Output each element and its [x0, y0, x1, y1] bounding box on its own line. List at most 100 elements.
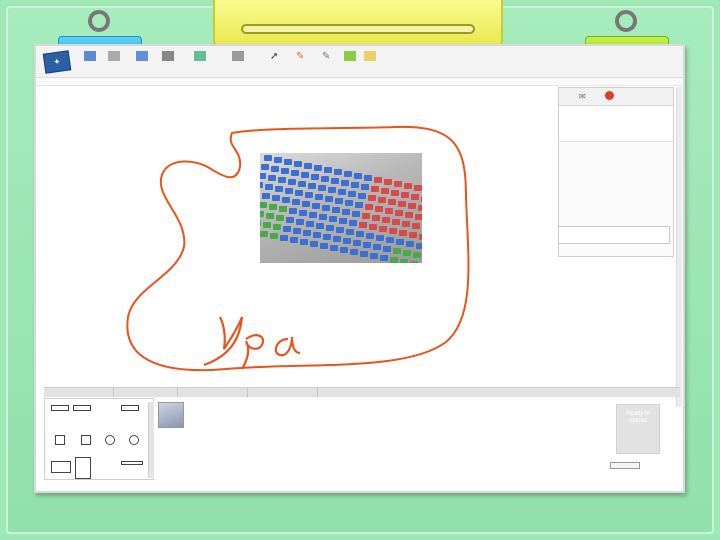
- chat-panel-header: ✉: [559, 88, 673, 106]
- keyboard-key: [404, 183, 412, 189]
- keyboard-key: [264, 155, 272, 161]
- keyboard-key: [330, 245, 338, 251]
- keyboard-key: [260, 220, 261, 226]
- keyboard-key: [369, 224, 377, 230]
- keyboard-key: [320, 243, 328, 249]
- tab[interactable]: [248, 388, 318, 397]
- keyboard-key: [281, 168, 289, 174]
- shape-item[interactable]: [81, 435, 91, 445]
- keyboard-key: [399, 230, 407, 236]
- keyboard-key: [286, 217, 294, 223]
- keyboard-key: [374, 177, 382, 183]
- toolbar-tool[interactable]: [364, 51, 376, 63]
- keyboard-key: [346, 229, 354, 235]
- shape-item[interactable]: [73, 405, 91, 411]
- upload-button[interactable]: [610, 462, 640, 469]
- select-arrow-icon[interactable]: ➚: [270, 51, 282, 63]
- keyboard-key: [419, 234, 422, 240]
- toolbar-tool[interactable]: [232, 51, 244, 63]
- keyboard-key: [352, 211, 360, 217]
- keyboard-key: [384, 179, 392, 185]
- tab[interactable]: [44, 388, 114, 397]
- shapes-scrollbar[interactable]: [148, 402, 154, 478]
- keyboard-key: [331, 178, 339, 184]
- keyboard-key: [328, 187, 336, 193]
- keyboard-key: [344, 171, 352, 177]
- whiteboard-canvas[interactable]: [36, 87, 556, 387]
- keyboard-key: [270, 233, 278, 239]
- clip-ring-icon: [615, 10, 637, 32]
- keyboard-key: [379, 226, 387, 232]
- keyboard-key: [368, 195, 376, 201]
- keyboard-key: [319, 214, 327, 220]
- keyboard-key: [333, 236, 341, 242]
- keyboard-key: [339, 218, 347, 224]
- keyboard-key: [385, 208, 393, 214]
- keyboard-key: [360, 251, 368, 257]
- keyboard-key: [334, 169, 342, 175]
- keyboard-key: [354, 173, 362, 179]
- keyboard-key: [390, 257, 398, 263]
- keyboard-key: [314, 165, 322, 171]
- keyboard-key: [318, 185, 326, 191]
- keyboard-key: [268, 175, 276, 181]
- keyboard-key: [280, 235, 288, 241]
- keyboard-key: [329, 216, 337, 222]
- keyboard-key: [300, 239, 308, 245]
- keyboard-key: [288, 179, 296, 185]
- keyboard-key: [316, 223, 324, 229]
- keyboard-key: [415, 214, 422, 220]
- keyboard-key: [393, 248, 401, 254]
- shape-item[interactable]: [55, 435, 65, 445]
- chat-messages: [559, 144, 673, 212]
- tab[interactable]: [178, 388, 248, 397]
- toolbar-tool[interactable]: [84, 51, 96, 63]
- toolbar-tool[interactable]: ✎: [322, 51, 334, 63]
- shape-item[interactable]: [121, 405, 139, 411]
- shape-item[interactable]: [105, 435, 115, 445]
- keyboard-key: [309, 212, 317, 218]
- image-thumbnail[interactable]: [158, 402, 184, 428]
- mail-icon[interactable]: ✉: [579, 92, 586, 101]
- toolbar-tool[interactable]: [344, 51, 356, 63]
- toolbar-tool[interactable]: [194, 51, 206, 63]
- chat-input[interactable]: [558, 226, 670, 244]
- keyboard-key: [261, 164, 269, 170]
- keyboard-key: [276, 215, 284, 221]
- keyboard-key: [378, 197, 386, 203]
- vertical-scrollbar[interactable]: [676, 87, 682, 407]
- keyboard-key: [269, 204, 277, 210]
- keyboard-key: [361, 184, 369, 190]
- ink-letter-a: [274, 336, 301, 357]
- keyboard-photo[interactable]: [260, 153, 422, 263]
- shape-item[interactable]: [129, 435, 139, 445]
- keyboard-key: [340, 247, 348, 253]
- keyboard-key: [275, 186, 283, 192]
- keyboard-key: [380, 255, 388, 261]
- tab[interactable]: [114, 388, 178, 397]
- pencil-icon[interactable]: ✎: [296, 51, 308, 63]
- stop-icon[interactable]: [605, 91, 614, 100]
- keyboard-key: [263, 222, 271, 228]
- keyboard-key: [313, 232, 321, 238]
- keyboard-key: [389, 228, 397, 234]
- shape-item[interactable]: [51, 461, 71, 473]
- clip-ring-icon: [88, 10, 110, 32]
- toolbar-tool[interactable]: [108, 51, 120, 63]
- shape-item[interactable]: [51, 405, 69, 411]
- keyboard-key: [383, 246, 391, 252]
- keyboard-key: [355, 202, 363, 208]
- keyboard-key: [411, 194, 419, 200]
- shape-item[interactable]: [75, 457, 91, 479]
- keyboard-key: [421, 196, 422, 202]
- shape-item[interactable]: [121, 461, 143, 465]
- keyboard-key: [293, 228, 301, 234]
- keyboard-key: [326, 225, 334, 231]
- keyboard-key: [274, 157, 282, 163]
- keyboard-key: [405, 212, 413, 218]
- keyboard-key: [266, 213, 274, 219]
- keyboard-key: [388, 199, 396, 205]
- toolbar-tool[interactable]: [136, 51, 148, 63]
- keyboard-key: [260, 231, 268, 237]
- toolbar-tool[interactable]: [162, 51, 174, 63]
